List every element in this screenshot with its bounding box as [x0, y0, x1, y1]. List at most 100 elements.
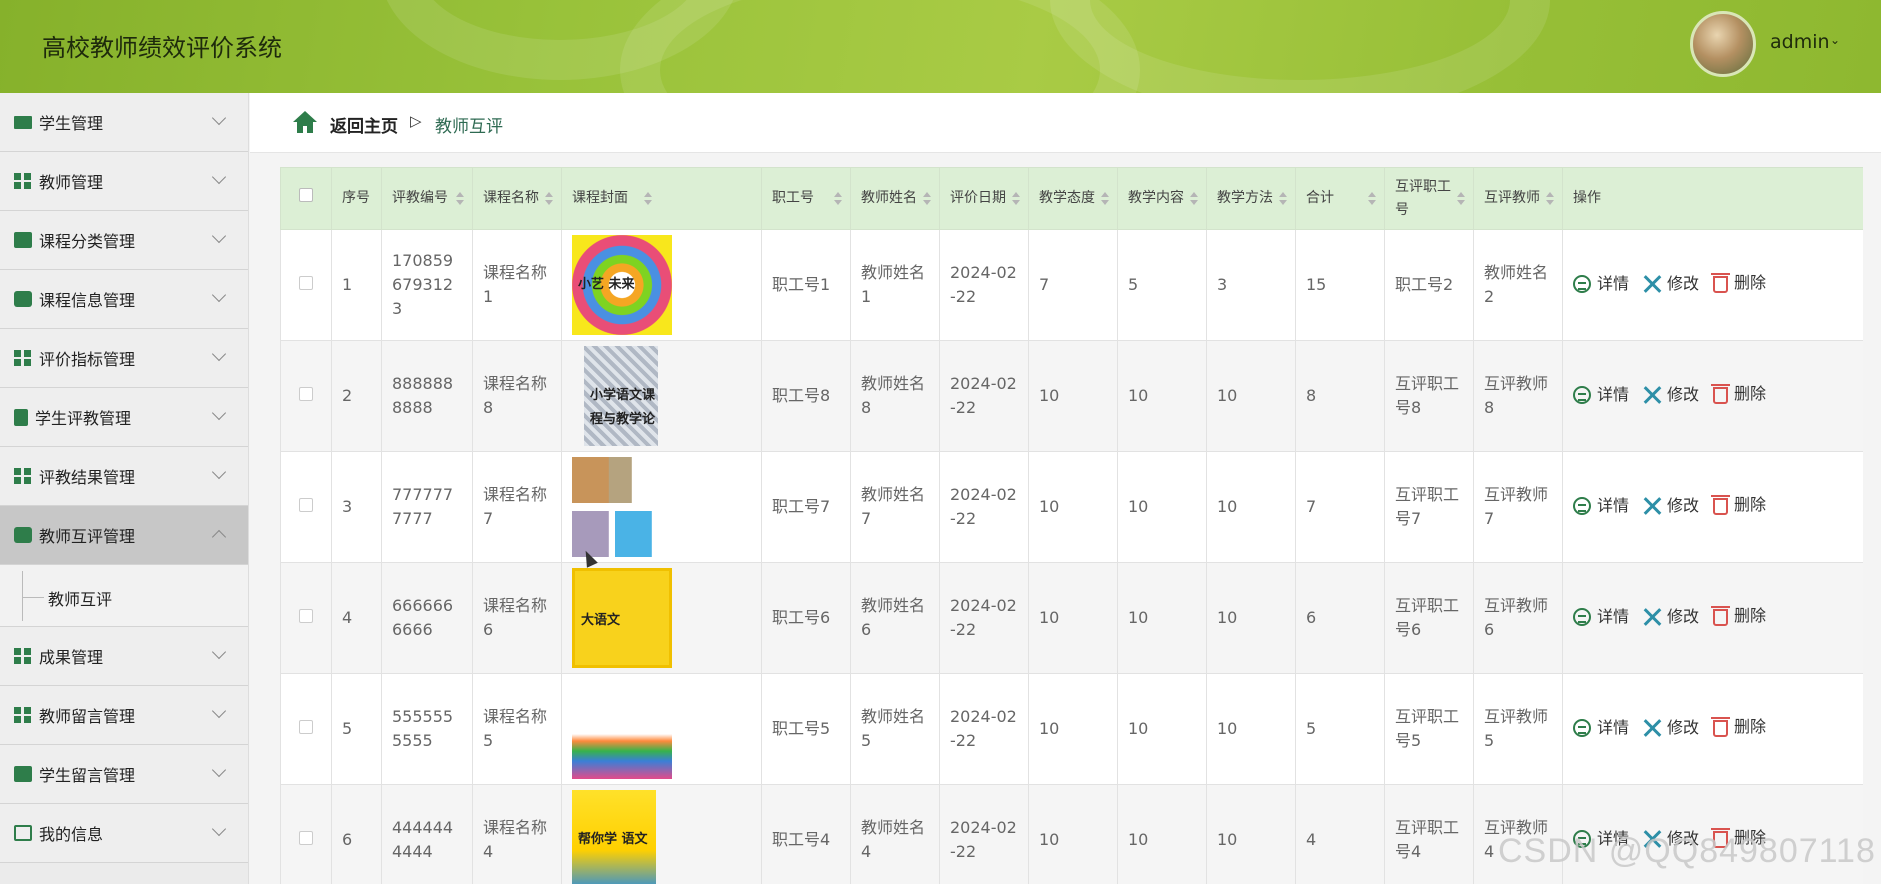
col-header-sortable[interactable]: 互评职工号 [1384, 167, 1474, 230]
row-checkbox[interactable] [299, 609, 313, 623]
sidebar-item-achievement[interactable]: 成果管理 [0, 627, 248, 686]
row-checkbox[interactable] [299, 387, 313, 401]
avatar[interactable] [1690, 11, 1756, 77]
table-row[interactable]: 5 5555555555 课程名称5 职工号5 教师姓名5 2024-02-22 10 10 1… [280, 673, 1863, 785]
sort-icon[interactable] [545, 192, 553, 206]
course-cover-image[interactable]: 小学语文课程与教学论 [584, 346, 658, 446]
course-cover-image[interactable] [572, 457, 652, 557]
course-cover-image[interactable] [572, 679, 672, 779]
course-cover-image[interactable]: 帮你学 语文 [572, 790, 656, 884]
col-header-sortable[interactable]: 教学态度 [1028, 167, 1118, 230]
sort-icon[interactable] [1190, 192, 1198, 206]
cover-title: 小艺 未来 [578, 277, 635, 292]
sort-icon[interactable] [644, 192, 652, 206]
select-all-cell[interactable] [280, 167, 332, 230]
col-header-label: 评价日期 [950, 190, 1006, 206]
submenu-label: 教师互评 [48, 590, 113, 609]
cell-content: 10 [1117, 562, 1207, 674]
sidebar-item-course-info[interactable]: 课程信息管理 [0, 270, 248, 329]
sidebar-item-eval-result[interactable]: 评教结果管理 [0, 447, 248, 506]
sidebar-item-peer-review[interactable]: 教师互评管理 [0, 506, 248, 565]
detail-label: 详情 [1597, 606, 1630, 626]
sidebar-item-teacher-msg[interactable]: 教师留言管理 [0, 686, 248, 745]
home-icon[interactable] [292, 110, 318, 134]
sort-icon[interactable] [834, 192, 842, 206]
select-all-checkbox[interactable] [299, 188, 313, 202]
chevron-down-icon [211, 228, 227, 244]
table-row[interactable]: 2 8888888888 课程名称8 小学语文课程与教学论 职工号8 教师姓名8 2024-… [280, 340, 1863, 452]
sidebar-item-teacher[interactable]: 教师管理 [0, 152, 248, 211]
delete-button[interactable]: 删除 [1711, 493, 1766, 517]
col-header-sortable[interactable]: 课程名称 [472, 167, 562, 230]
sort-icon[interactable] [1546, 192, 1554, 206]
sidebar-item-my-info[interactable]: 我的信息 [0, 804, 248, 863]
cell-actions: 详情 修改 删除 [1562, 451, 1863, 563]
cell-total: 4 [1295, 784, 1385, 884]
sidebar-item-label: 课程分类管理 [39, 232, 136, 251]
sidebar-item-student-msg[interactable]: 学生留言管理 [0, 745, 248, 804]
cell-staff-no: 职工号8 [761, 340, 851, 452]
delete-button[interactable]: 删除 [1711, 271, 1766, 295]
sort-icon[interactable] [1279, 192, 1287, 206]
row-checkbox[interactable] [299, 498, 313, 512]
col-header-sortable[interactable]: 教师姓名 [850, 167, 940, 230]
sidebar-item-label: 成果管理 [39, 648, 104, 667]
sidebar-item-student-eval[interactable]: 学生评教管理 [0, 388, 248, 447]
sidebar-item-student[interactable]: 学生管理 [0, 93, 248, 152]
course-cover-image[interactable]: 小艺 未来 [572, 235, 672, 335]
sort-icon[interactable] [456, 192, 464, 206]
col-header-sortable[interactable]: 教学内容 [1117, 167, 1207, 230]
edit-button[interactable]: 修改 [1643, 272, 1699, 296]
sort-icon[interactable] [1101, 192, 1109, 206]
cover-title: 大语文 [581, 613, 621, 628]
edit-button[interactable]: 修改 [1643, 605, 1699, 629]
course-cover-image[interactable]: 大语文 [572, 568, 672, 668]
detail-button[interactable]: 详情 [1573, 272, 1629, 296]
col-header-sortable[interactable]: 评价日期 [939, 167, 1029, 230]
sidebar-item-course-category[interactable]: 课程分类管理 [0, 211, 248, 270]
table-row[interactable]: 3 7777777777 课程名称7 职工号7 教师姓名7 2024-02-22 10 10 1… [280, 451, 1863, 563]
col-header-sortable[interactable]: 教学方法 [1206, 167, 1296, 230]
delete-button[interactable]: 删除 [1711, 382, 1766, 406]
row-checkbox[interactable] [299, 276, 313, 290]
row-select-cell[interactable] [280, 673, 332, 785]
sort-icon[interactable] [1368, 192, 1376, 206]
detail-icon [1573, 718, 1591, 737]
detail-button[interactable]: 详情 [1573, 605, 1629, 629]
row-select-cell[interactable] [280, 784, 332, 884]
row-select-cell[interactable] [280, 229, 332, 341]
edit-button[interactable]: 修改 [1643, 494, 1699, 518]
chevron-down-icon[interactable]: ⌄ [1830, 33, 1840, 47]
edit-button[interactable]: 修改 [1643, 716, 1699, 740]
delete-button[interactable]: 删除 [1711, 715, 1766, 739]
detail-button[interactable]: 详情 [1573, 383, 1629, 407]
sort-icon[interactable] [923, 192, 931, 206]
sort-icon[interactable] [1457, 192, 1465, 206]
row-select-cell[interactable] [280, 451, 332, 563]
user-name[interactable]: admin [1770, 31, 1830, 53]
submenu-peer-review[interactable]: 教师互评 [0, 565, 248, 627]
row-select-cell[interactable] [280, 562, 332, 674]
sidebar-item-eval-index[interactable]: 评价指标管理 [0, 329, 248, 388]
breadcrumb-home-link[interactable]: 返回主页 [330, 112, 398, 137]
row-checkbox[interactable] [299, 831, 313, 845]
delete-button[interactable]: 删除 [1711, 604, 1766, 628]
col-header-sortable[interactable]: 课程封面 [561, 167, 762, 230]
sort-icon[interactable] [1012, 192, 1020, 206]
detail-button[interactable]: 详情 [1573, 716, 1629, 740]
edit-button[interactable]: 修改 [1643, 383, 1699, 407]
detail-button[interactable]: 详情 [1573, 494, 1629, 518]
col-header-sortable[interactable]: 互评教师 [1473, 167, 1563, 230]
col-header-sortable[interactable]: 职工号 [761, 167, 851, 230]
col-header-sortable[interactable]: 合计 [1295, 167, 1385, 230]
cell-teacher-name: 教师姓名8 [850, 340, 940, 452]
col-header-label: 合计 [1306, 190, 1334, 206]
col-header-sortable[interactable]: 评教编号 [381, 167, 473, 230]
row-checkbox[interactable] [299, 720, 313, 734]
table-row[interactable]: 4 6666666666 课程名称6 大语文 职工号6 教师姓名6 2024-02-22 10… [280, 562, 1863, 674]
table-row[interactable]: 1 1708596793123 课程名称1 小艺 未来 职工号1 教师姓名1 2024-02… [280, 229, 1863, 341]
sidebar-item-label: 教师管理 [39, 173, 104, 192]
tools-icon [1643, 608, 1661, 626]
row-select-cell[interactable] [280, 340, 332, 452]
col-header-label: 课程封面 [572, 190, 628, 206]
